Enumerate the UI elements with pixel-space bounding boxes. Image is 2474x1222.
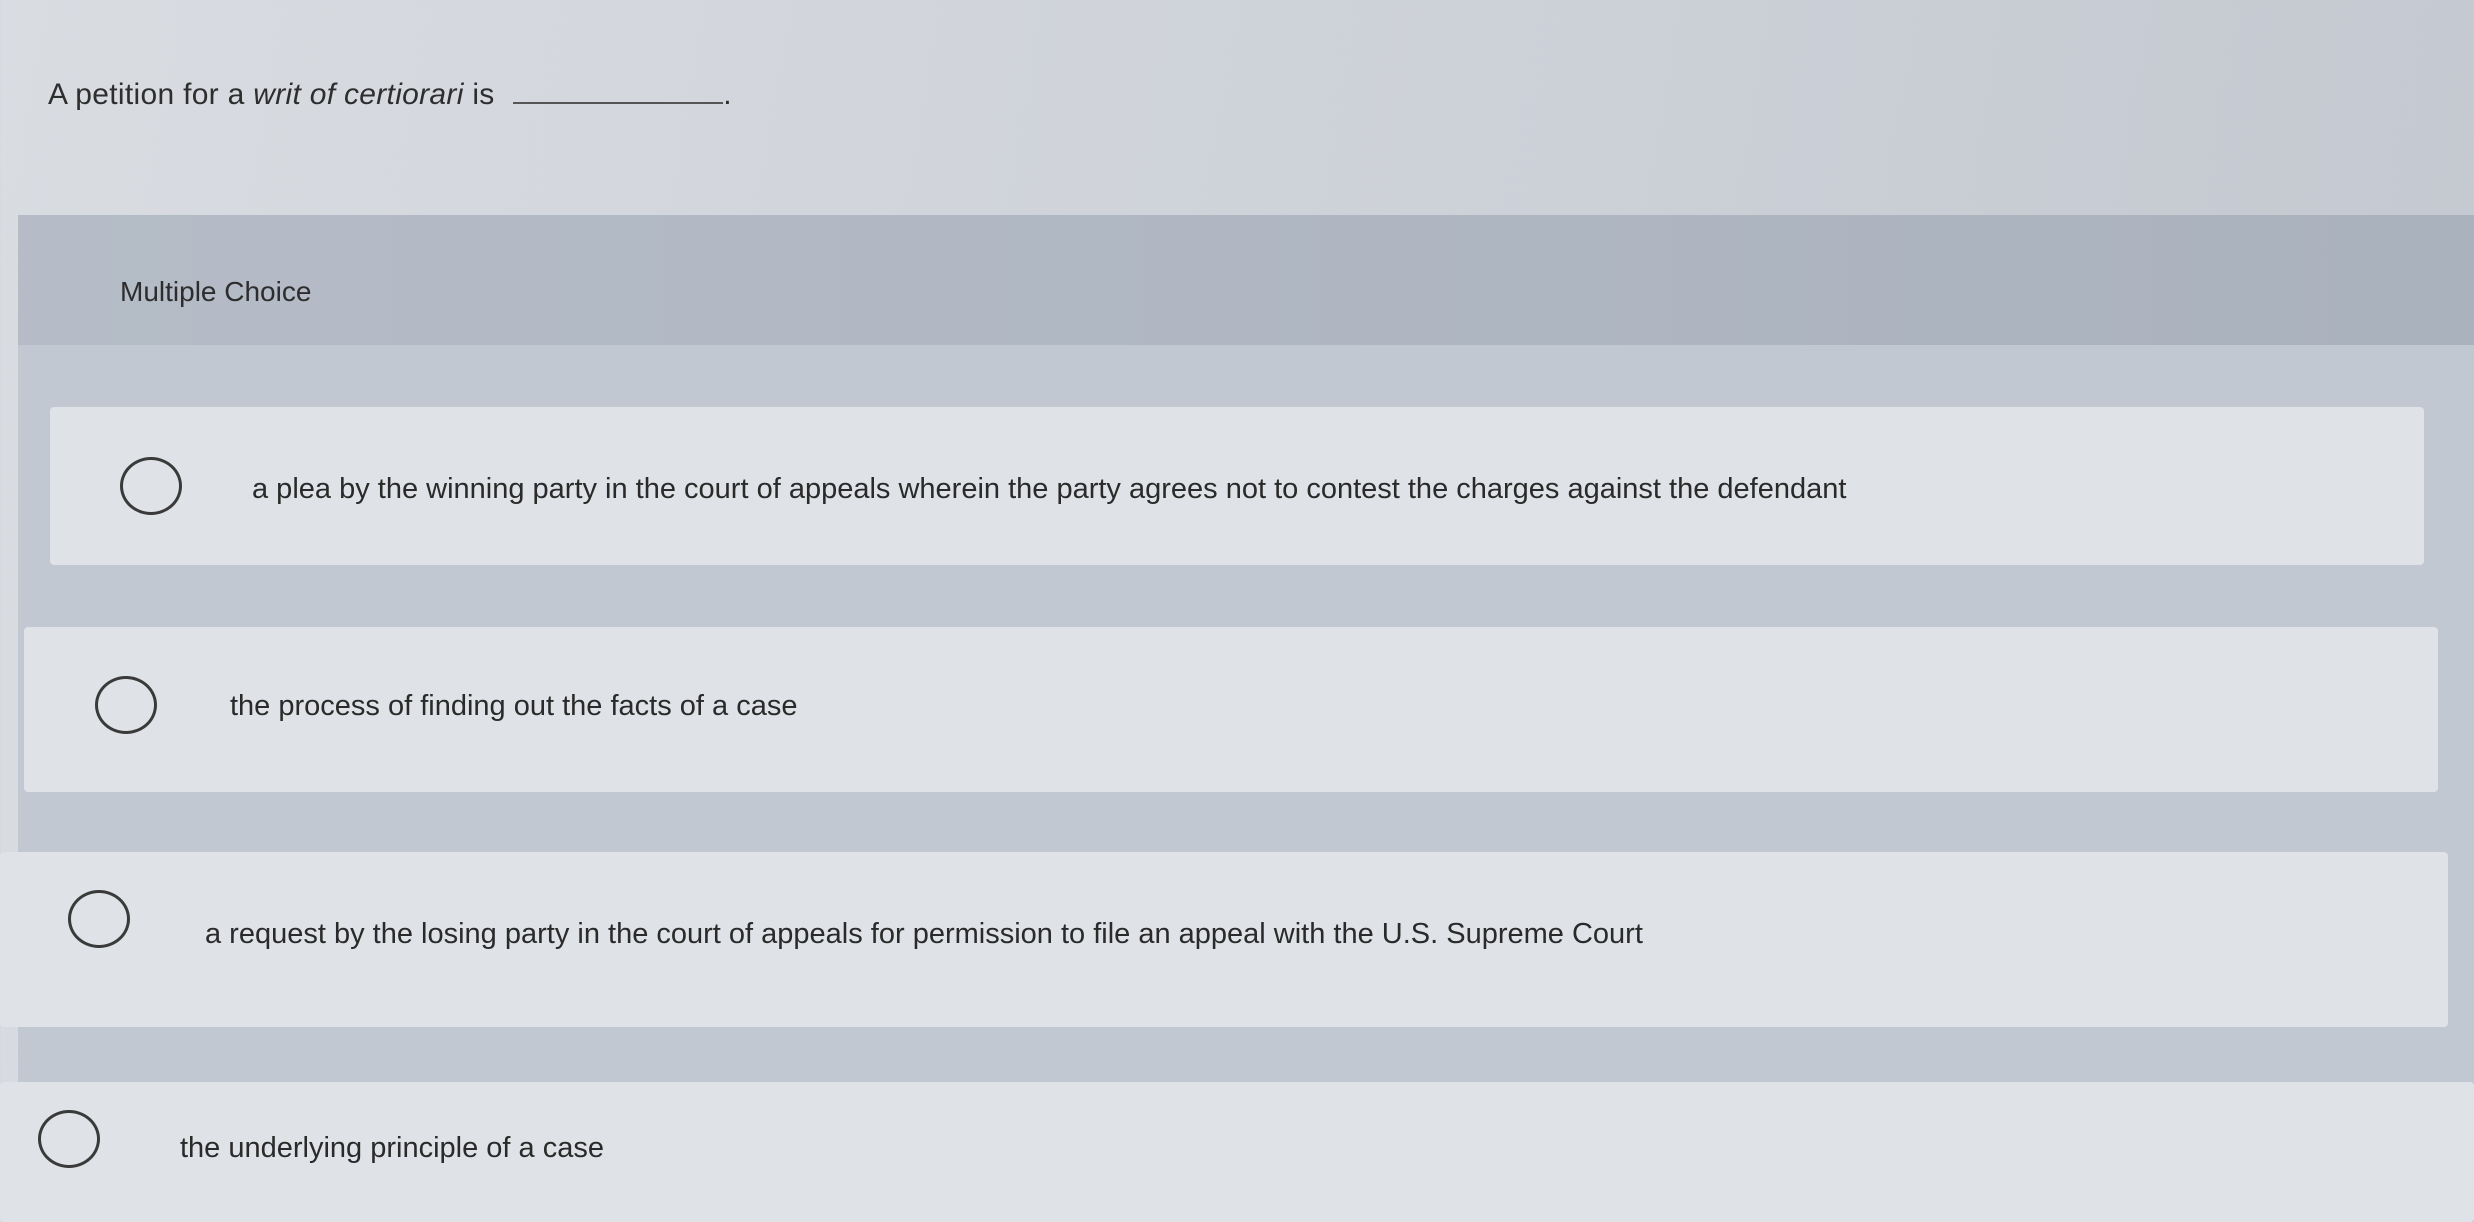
multiple-choice-label: Multiple Choice	[120, 276, 312, 307]
question-text: A petition for a writ of certiorari is .	[48, 78, 732, 112]
question-italic-term: writ of certiorari	[253, 78, 464, 111]
question-prefix: A petition for a	[48, 78, 245, 111]
radio-button-3[interactable]	[68, 890, 130, 948]
multiple-choice-header	[18, 215, 2474, 345]
radio-button-4[interactable]	[38, 1110, 100, 1168]
radio-button-2[interactable]	[95, 676, 157, 734]
question-end: .	[723, 78, 732, 111]
question-suffix: is	[472, 78, 495, 111]
answer-blank	[513, 80, 724, 104]
answer-option-1-text: a plea by the winning party in the court…	[252, 473, 1847, 505]
answer-option-2-text: the process of finding out the facts of …	[230, 690, 798, 722]
radio-button-1[interactable]	[120, 457, 182, 515]
answer-option-4-text: the underlying principle of a case	[180, 1132, 604, 1164]
answer-option-3-text: a request by the losing party in the cou…	[205, 918, 1643, 950]
